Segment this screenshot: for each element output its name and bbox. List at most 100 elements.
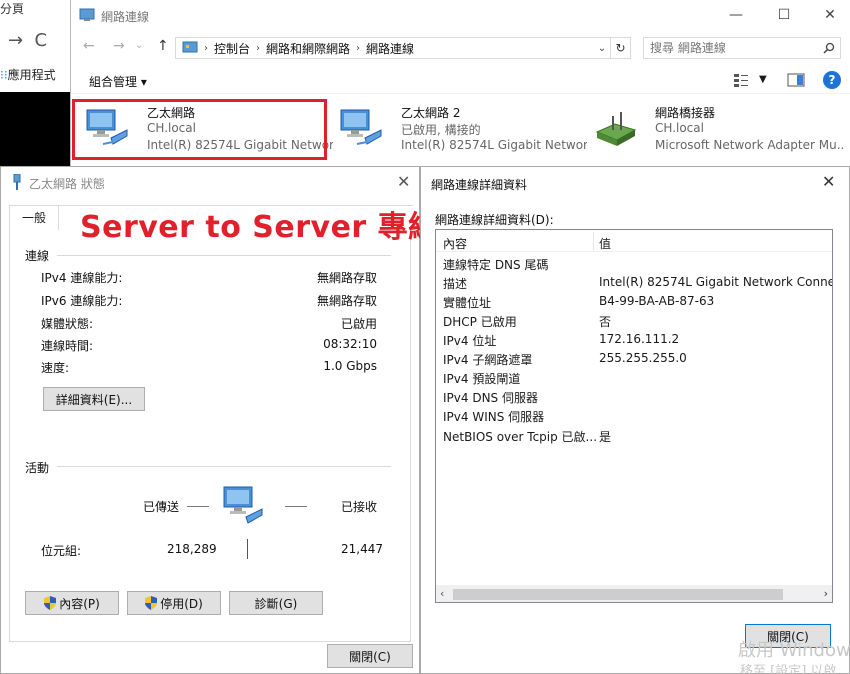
sent-label: 已傳送 <box>143 500 180 514</box>
address-dropdown-button[interactable]: ⌄ <box>593 37 611 59</box>
browser-dark-area <box>0 92 72 166</box>
horizontal-scrollbar[interactable]: ‹ › <box>436 585 832 602</box>
table-row[interactable]: NetBIOS over Tcpip 已啟... 是 <box>436 426 832 445</box>
reload-icon[interactable]: C <box>35 30 48 51</box>
network-plug-icon <box>13 174 21 190</box>
column-separator[interactable] <box>593 232 594 250</box>
forward-arrow-icon[interactable]: → <box>8 30 23 51</box>
details-button[interactable]: 詳細資料(E)... <box>43 387 145 411</box>
status-close-button[interactable]: 關閉(C) <box>327 644 413 668</box>
ipv6-connectivity-label: IPv6 連線能力: <box>41 294 123 308</box>
table-row[interactable]: IPv4 位址 172.16.111.2 <box>436 330 832 349</box>
media-state-value: 已啟用 <box>340 317 377 331</box>
search-icon <box>823 42 835 54</box>
bookmark-apps[interactable]: ⁝⁝應用程式 <box>0 66 56 83</box>
breadcrumb-separator-icon: › <box>204 42 208 54</box>
connection-adapter: Intel(R) 82574L Gigabit Networ... <box>401 138 587 152</box>
duration-value: 08:32:10 <box>323 337 377 351</box>
close-icon: ✕ <box>824 7 836 23</box>
change-view-icon[interactable] <box>733 72 749 88</box>
connection-status: CH.local <box>655 121 704 135</box>
close-dialog-button[interactable]: ✕ <box>397 172 410 191</box>
column-header-value[interactable]: 值 <box>599 235 611 252</box>
properties-button-label: 內容(P) <box>59 596 100 611</box>
scroll-right-icon[interactable]: › <box>824 587 828 600</box>
view-dropdown-icon[interactable]: ▼ <box>759 74 767 85</box>
disable-button[interactable]: 停用(D) <box>127 591 221 615</box>
maximize-button[interactable]: ☐ <box>761 0 807 30</box>
properties-button[interactable]: 內容(P) <box>25 591 119 615</box>
scrollbar-thumb[interactable] <box>453 589 783 600</box>
column-header-property[interactable]: 內容 <box>443 235 467 252</box>
table-row[interactable]: IPv4 WINS 伺服器 <box>436 406 832 425</box>
address-bar[interactable]: › 控制台 › 網路和網際網路 › 網路連線 <box>175 37 611 59</box>
dialog-title: 網路連線詳細資料 <box>431 178 528 192</box>
network-bridge-icon <box>595 112 637 146</box>
refresh-button[interactable]: ↻ <box>611 37 631 59</box>
connection-group-label: 連線 <box>25 249 50 263</box>
scroll-left-icon[interactable]: ‹ <box>440 587 444 600</box>
network-folder-icon <box>79 8 95 21</box>
ipv4-connectivity-label: IPv4 連線能力: <box>41 271 123 285</box>
table-row[interactable]: 描述 Intel(R) 82574L Gigabit Network Connec… <box>436 273 832 292</box>
annotation-overlay-text: Server to Server 專線 <box>80 210 439 245</box>
up-arrow-icon[interactable]: ↑ <box>157 38 169 54</box>
media-state-label: 媒體狀態: <box>41 317 94 331</box>
dialog-title: 乙太網路 狀態 <box>29 177 105 191</box>
tab-general[interactable]: 一般 <box>9 205 59 231</box>
search-input[interactable]: 搜尋 網路連線 <box>643 37 841 59</box>
recent-chevron-icon[interactable]: ⌄ <box>135 40 143 51</box>
bytes-received-value: 21,447 <box>341 542 383 556</box>
chevron-down-icon: ⌄ <box>597 42 607 54</box>
disable-button-label: 停用(D) <box>160 596 203 611</box>
details-list-view[interactable]: 內容 值 連線特定 DNS 尾碼 描述 Intel(R) 82574L Gigab… <box>435 229 833 603</box>
activity-computer-icon <box>223 486 263 524</box>
organize-menu-button[interactable]: 組合管理 ▾ <box>89 73 147 90</box>
table-row[interactable]: IPv4 預設閘道 <box>436 368 832 387</box>
list-header: 內容 值 <box>436 230 832 252</box>
diagnose-button[interactable]: 診斷(G) <box>229 591 323 615</box>
forward-arrow-icon[interactable]: → <box>113 38 125 54</box>
browser-nav-buttons[interactable]: → C <box>8 30 47 51</box>
received-label: 已接收 <box>341 500 378 514</box>
breadcrumb-network-connections[interactable]: 網路連線 <box>366 40 414 57</box>
breadcrumb-network-internet[interactable]: 網路和網際網路 <box>266 40 350 57</box>
bytes-sent-value: 218,289 <box>167 542 217 556</box>
group-divider <box>57 255 391 256</box>
connection-item-network-bridge[interactable]: 網路橋接器 CH.local Microsoft Network Adapter… <box>585 102 850 158</box>
preview-pane-icon[interactable] <box>787 72 805 88</box>
connection-name: 網路橋接器 <box>655 106 716 120</box>
maximize-icon: ☐ <box>777 7 791 23</box>
connection-status: 已啟用, 構接的 <box>401 123 481 137</box>
browser-tab-fragment[interactable]: 分頁 <box>0 0 24 17</box>
explorer-titlebar[interactable]: 網路連線 — ☐ ✕ <box>71 0 850 32</box>
back-arrow-icon[interactable]: ← <box>83 38 95 54</box>
breadcrumb-separator-icon: › <box>356 42 361 54</box>
connection-adapter: Microsoft Network Adapter Mu... <box>655 138 845 152</box>
close-window-button[interactable]: ✕ <box>807 0 850 30</box>
network-adapter-icon <box>340 109 382 145</box>
table-row[interactable]: IPv4 子網路遮罩 255.255.255.0 <box>436 349 832 368</box>
uac-shield-icon <box>44 596 57 610</box>
background-browser: 分頁 → C ⁝⁝應用程式 <box>0 0 72 166</box>
table-row[interactable]: 連線特定 DNS 尾碼 <box>436 254 832 273</box>
help-button[interactable]: ? <box>823 71 841 89</box>
speed-value: 1.0 Gbps <box>323 359 377 373</box>
close-dialog-button[interactable]: ✕ <box>822 172 835 191</box>
received-line <box>285 506 307 507</box>
uac-shield-icon <box>145 596 158 610</box>
minimize-button[interactable]: — <box>713 0 759 30</box>
ipv4-connectivity-value: 無網路存取 <box>316 271 377 285</box>
activity-group-label: 活動 <box>25 461 50 475</box>
activation-watermark: 啟用 Window <box>738 640 850 661</box>
sent-line <box>187 506 209 507</box>
table-row[interactable]: DHCP 已啟用否 <box>436 311 832 330</box>
connection-name: 乙太網路 2 <box>401 106 461 120</box>
table-row[interactable]: 實體位址 B4-99-BA-AB-87-63 <box>436 292 832 311</box>
breadcrumb-control-panel[interactable]: 控制台 <box>214 40 250 57</box>
group-divider <box>57 466 391 467</box>
activation-watermark-line2: 移至 [設定] 以啟 <box>740 664 837 674</box>
connection-item-ethernet-2[interactable]: 乙太網路 2 已啟用, 構接的 Intel(R) 82574L Gigabit … <box>331 102 587 158</box>
table-row[interactable]: IPv4 DNS 伺服器 <box>436 387 832 406</box>
red-highlight-box <box>72 99 327 160</box>
